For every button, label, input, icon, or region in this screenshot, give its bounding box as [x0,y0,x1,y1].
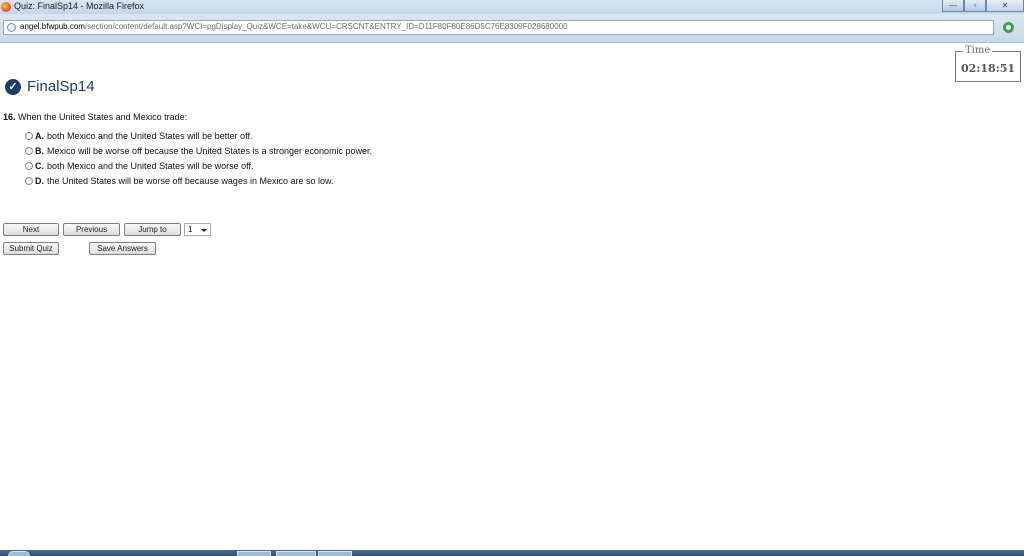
answer-options: A. both Mexico and the United States wil… [25,128,372,188]
firefox-icon [1,2,11,12]
option-text: both Mexico and the United States will b… [47,160,254,171]
taskbar-item[interactable] [318,551,352,556]
window-titlebar: Quiz: FinalSp14 - Mozilla Firefox — ▫ ✕ [0,0,1024,14]
url-domain: angel.bfwpub.com [20,22,85,31]
previous-button[interactable]: Previous [63,223,120,236]
timer-box: Time 02:18:51 [955,45,1021,82]
option-text: the United States will be worse off beca… [47,175,334,186]
answer-option-a[interactable]: A. both Mexico and the United States wil… [25,128,372,143]
jump-to-value: 1 [188,225,193,234]
jump-to-select[interactable]: 1 [184,223,211,236]
address-bar[interactable]: angel.bfwpub.com/section/content/default… [3,20,994,35]
minimize-button[interactable]: — [942,0,964,12]
jump-to-button[interactable]: Jump to [124,223,181,236]
option-letter: B. [35,145,44,156]
taskbar-item[interactable] [276,551,316,556]
answer-option-d[interactable]: D. the United States will be worse off b… [25,173,372,188]
taskbar [0,550,1024,556]
option-letter: C. [35,160,44,171]
question-prompt: 16. When the United States and Mexico tr… [3,112,187,122]
submit-quiz-button[interactable]: Submit Quiz [3,242,59,255]
option-letter: D. [35,175,44,186]
url-path: /section/content/default.asp?WCI=pgDispl… [84,22,568,31]
radio-button-d[interactable] [25,176,33,185]
quiz-title: FinalSp14 [27,78,95,95]
timer-value: 02:18:51 [960,62,1016,75]
radio-button-c[interactable] [25,161,33,170]
option-text: Mexico will be worse off because the Uni… [47,145,372,156]
save-answers-button[interactable]: Save Answers [89,242,156,255]
close-button[interactable]: ✕ [986,0,1024,12]
timer-label: Time [963,45,993,56]
question-number: 16. [3,112,16,122]
dropdown-arrow-icon [201,229,207,232]
question-text: When the United States and Mexico trade: [18,112,188,122]
globe-icon [7,23,16,32]
checkmark-icon: ✓ [5,79,21,95]
taskbar-item[interactable] [237,551,271,556]
restore-button[interactable]: ▫ [964,0,986,12]
option-text: both Mexico and the United States will b… [47,130,253,141]
start-button[interactable] [8,551,30,556]
window-title: Quiz: FinalSp14 - Mozilla Firefox [14,1,145,11]
window-controls: — ▫ ✕ [942,0,1024,13]
next-button[interactable]: Next [3,223,59,236]
radio-button-b[interactable] [25,146,33,155]
answer-option-b[interactable]: B. Mexico will be worse off because the … [25,143,372,158]
reload-icon[interactable] [1003,22,1014,33]
option-letter: A. [35,130,44,141]
url-text: angel.bfwpub.com/section/content/default… [20,22,568,31]
answer-option-c[interactable]: C. both Mexico and the United States wil… [25,158,372,173]
radio-button-a[interactable] [25,131,33,140]
navigation-toolbar: angel.bfwpub.com/section/content/default… [0,14,1024,43]
